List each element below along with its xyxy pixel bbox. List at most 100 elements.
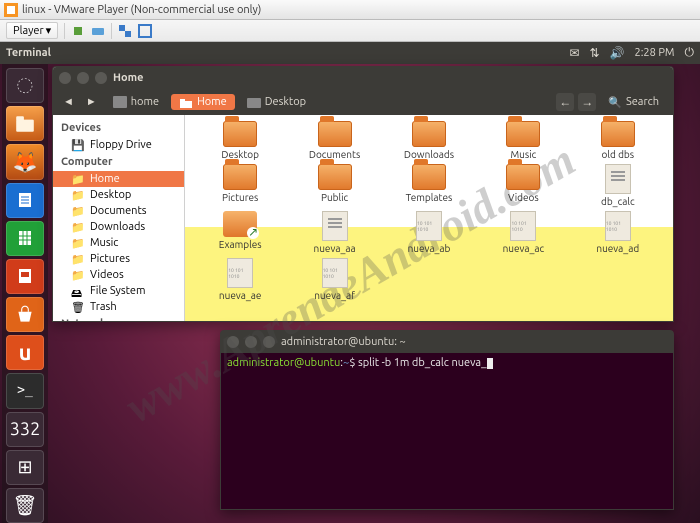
path-segment-home[interactable]: Home bbox=[171, 94, 235, 110]
folder-desktop[interactable]: Desktop bbox=[193, 121, 287, 160]
clock[interactable]: 2:28 PM bbox=[635, 47, 675, 59]
maximize-icon[interactable] bbox=[95, 72, 107, 84]
power-icon[interactable] bbox=[71, 24, 85, 38]
terminal-titlebar[interactable]: administrator@ubuntu: ~ bbox=[221, 331, 673, 353]
workspace-switcher-icon[interactable]: 332 bbox=[6, 412, 44, 447]
floppy-icon: 💾 bbox=[71, 139, 85, 151]
toolbar-separator bbox=[111, 23, 112, 39]
folder-downloads[interactable]: Downloads bbox=[382, 121, 476, 160]
folder-icon: 📁 bbox=[71, 269, 85, 281]
back-button[interactable]: ◄ bbox=[59, 95, 78, 109]
ubuntu-desktop: Terminal ✉ ⇅ 🔊 2:28 PM ⏻ ◌ 🦊 u >_ 332 ⊞ … bbox=[0, 42, 700, 523]
minimize-icon[interactable] bbox=[245, 336, 257, 348]
drive-icon bbox=[113, 96, 127, 108]
libreoffice-calc-icon[interactable] bbox=[6, 221, 44, 256]
unity-launcher: ◌ 🦊 u >_ 332 ⊞ 🗑 bbox=[2, 64, 48, 523]
path-nav-right-icon[interactable]: → bbox=[578, 93, 596, 111]
chevron-down-icon: ▾ bbox=[46, 24, 52, 37]
nautilus-titlebar[interactable]: Home bbox=[53, 67, 673, 89]
close-icon[interactable] bbox=[59, 72, 71, 84]
indicator-area: ✉ ⇅ 🔊 2:28 PM ⏻ bbox=[569, 46, 694, 60]
path-segment-desktop[interactable]: Desktop bbox=[239, 94, 314, 110]
ubuntu-one-icon[interactable]: u bbox=[6, 335, 44, 370]
folder-public[interactable]: Public bbox=[287, 164, 381, 207]
nautilus-sidebar: Devices 💾Floppy Drive Computer 📁Home 📁De… bbox=[53, 115, 185, 321]
cursor-icon bbox=[487, 358, 493, 369]
folder-templates[interactable]: Templates bbox=[382, 164, 476, 207]
libreoffice-impress-icon[interactable] bbox=[6, 259, 44, 294]
folder-music[interactable]: Music bbox=[476, 121, 570, 160]
nautilus-icon-view[interactable]: Desktop Documents Downloads Music old db… bbox=[185, 115, 673, 321]
file-nueva-ae[interactable]: 10 101 1010nueva_ae bbox=[193, 258, 287, 301]
sidebar-item-pictures[interactable]: 📁Pictures bbox=[53, 251, 184, 267]
file-nueva-ab[interactable]: 10 101 1010nueva_ab bbox=[382, 211, 476, 254]
binary-file-icon: 10 101 1010 bbox=[416, 211, 442, 241]
sidebar-item-videos[interactable]: 📁Videos bbox=[53, 267, 184, 283]
sidebar-item-desktop[interactable]: 📁Desktop bbox=[53, 187, 184, 203]
maximize-icon[interactable] bbox=[263, 336, 275, 348]
software-center-icon[interactable] bbox=[6, 297, 44, 332]
sidebar-item-trash[interactable]: 🗑Trash bbox=[53, 299, 184, 315]
folder-icon: 📁 bbox=[71, 189, 85, 201]
firefox-launcher-icon[interactable]: 🦊 bbox=[6, 144, 44, 179]
folder-old-dbs[interactable]: old dbs bbox=[571, 121, 665, 160]
file-nueva-ac[interactable]: 10 101 1010nueva_ac bbox=[476, 211, 570, 254]
dash-icon[interactable]: ◌ bbox=[6, 68, 44, 103]
search-button[interactable]: 🔍 Search bbox=[600, 94, 667, 111]
terminal-window: administrator@ubuntu: ~ administrator@ub… bbox=[220, 330, 674, 510]
network-indicator-icon[interactable]: ⇅ bbox=[590, 46, 600, 60]
toolbar-separator bbox=[64, 23, 65, 39]
sidebar-item-home[interactable]: 📁Home bbox=[53, 171, 184, 187]
player-menu-label: Player bbox=[13, 25, 44, 37]
file-nueva-af[interactable]: 10 101 1010nueva_af bbox=[287, 258, 381, 301]
binary-file-icon: 10 101 1010 bbox=[605, 211, 631, 241]
mail-indicator-icon[interactable]: ✉ bbox=[569, 46, 579, 60]
sidebar-item-documents[interactable]: 📁Documents bbox=[53, 203, 184, 219]
folder-icon: 📁 bbox=[71, 253, 85, 265]
trash-launcher-icon[interactable]: 🗑 bbox=[6, 488, 44, 523]
terminal-content[interactable]: administrator@ubuntu:~$ split -b 1m db_c… bbox=[221, 353, 673, 373]
player-menu-button[interactable]: Player ▾ bbox=[6, 22, 58, 39]
fullscreen-icon[interactable] bbox=[138, 24, 152, 38]
applications-lens-icon[interactable]: ⊞ bbox=[6, 450, 44, 485]
folder-icon bbox=[506, 164, 540, 190]
path-label: home bbox=[131, 96, 159, 108]
folder-documents[interactable]: Documents bbox=[287, 121, 381, 160]
sidebar-item-filesystem[interactable]: 🖴File System bbox=[53, 283, 184, 299]
folder-icon bbox=[318, 164, 352, 190]
file-nueva-ad[interactable]: 10 101 1010nueva_ad bbox=[571, 211, 665, 254]
vmware-titlebar: linux - VMware Player (Non-commercial us… bbox=[0, 0, 700, 20]
active-app-label: Terminal bbox=[6, 47, 569, 59]
path-label: Desktop bbox=[265, 96, 306, 108]
sound-indicator-icon[interactable]: 🔊 bbox=[610, 46, 625, 60]
libreoffice-writer-icon[interactable] bbox=[6, 183, 44, 218]
file-nueva-aa[interactable]: nueva_aa bbox=[287, 211, 381, 254]
folder-videos[interactable]: Videos bbox=[476, 164, 570, 207]
terminal-launcher-icon[interactable]: >_ bbox=[6, 373, 44, 408]
nautilus-launcher-icon[interactable] bbox=[6, 106, 44, 141]
sidebar-item-music[interactable]: 📁Music bbox=[53, 235, 184, 251]
minimize-icon[interactable] bbox=[77, 72, 89, 84]
folder-icon bbox=[318, 121, 352, 147]
file-db-calc[interactable]: db_calc bbox=[571, 164, 665, 207]
folder-pictures[interactable]: Pictures bbox=[193, 164, 287, 207]
sidebar-item-floppy[interactable]: 💾Floppy Drive bbox=[53, 137, 184, 153]
folder-icon: 📁 bbox=[71, 221, 85, 233]
home-folder-icon bbox=[179, 96, 193, 108]
sidebar-item-downloads[interactable]: 📁Downloads bbox=[53, 219, 184, 235]
power-indicator-icon[interactable]: ⏻ bbox=[685, 46, 695, 60]
send-ctrl-alt-del-icon[interactable] bbox=[91, 24, 105, 38]
prompt-user: administrator@ubuntu bbox=[227, 357, 340, 369]
path-nav-left-icon[interactable]: ← bbox=[556, 93, 574, 111]
path-label: Home bbox=[197, 96, 227, 108]
close-icon[interactable] bbox=[227, 336, 239, 348]
unity-mode-icon[interactable] bbox=[118, 24, 132, 38]
search-label: Search bbox=[626, 96, 659, 108]
link-examples[interactable]: Examples bbox=[193, 211, 287, 254]
sidebar-header-computer: Computer bbox=[53, 153, 184, 171]
path-segment-home-root[interactable]: home bbox=[105, 94, 167, 110]
search-icon: 🔍 bbox=[608, 96, 622, 109]
database-file-icon bbox=[605, 164, 631, 194]
forward-button[interactable]: ► bbox=[82, 95, 101, 109]
binary-file-icon: 10 101 1010 bbox=[322, 258, 348, 288]
